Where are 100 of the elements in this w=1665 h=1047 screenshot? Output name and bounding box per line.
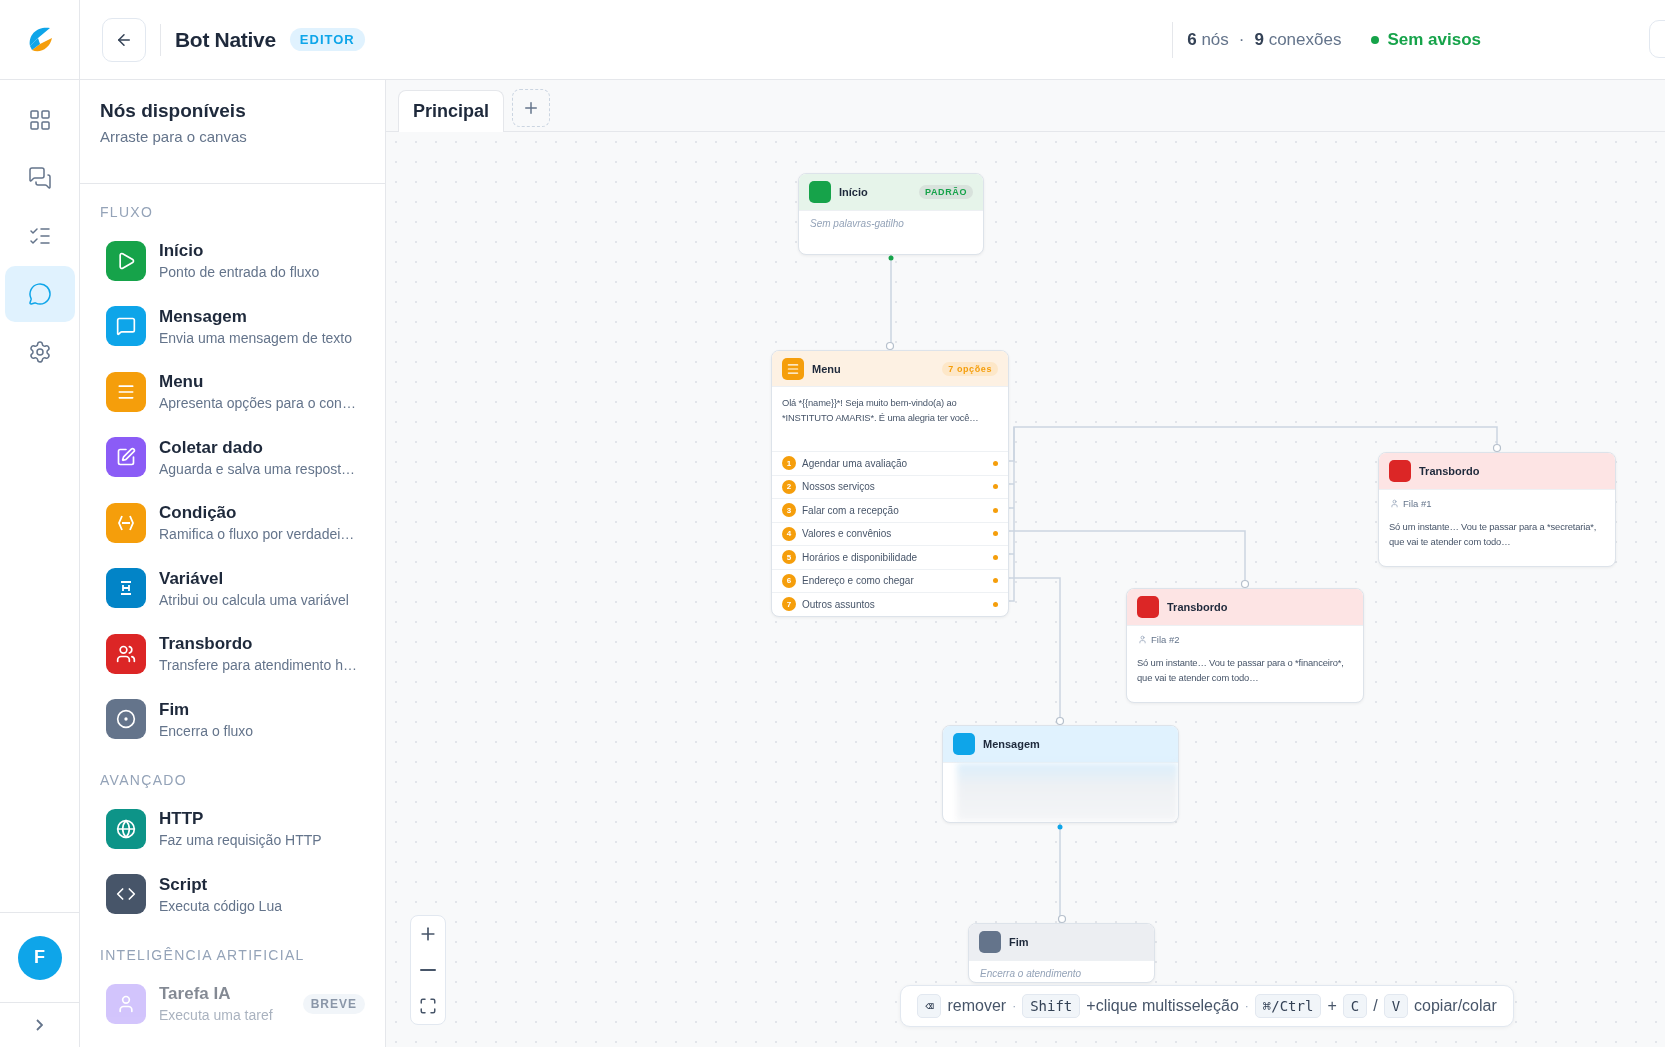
- separator-dot: ·: [1244, 999, 1249, 1013]
- connection-handle[interactable]: [993, 578, 998, 584]
- input-handle[interactable]: [1492, 443, 1502, 453]
- play-icon: [116, 250, 136, 271]
- connection-handle[interactable]: [993, 531, 998, 537]
- item-description: Atribui ou calcula uma variável: [159, 591, 350, 608]
- panel-subtitle: Arraste para o canvas: [100, 128, 248, 145]
- input-handle[interactable]: [1055, 716, 1065, 726]
- mode-badge: EDITOR: [289, 28, 365, 51]
- keyboard-key: V: [1383, 994, 1409, 1018]
- stop-icon: [116, 709, 136, 730]
- connection-handle[interactable]: [993, 484, 998, 490]
- node-palette-item[interactable]: Início Ponto de entrada do fluxo: [80, 228, 385, 294]
- item-name: Variável: [159, 568, 225, 589]
- bot-title: Bot Native: [175, 27, 276, 52]
- node-badge: 7 opções: [942, 361, 998, 376]
- option-number: 5: [782, 550, 796, 565]
- option-number: 2: [782, 479, 796, 494]
- menu-option[interactable]: 6 Endereço e como chegar: [772, 568, 1008, 592]
- end-node[interactable]: Fim Encerra o atendimento: [968, 923, 1155, 983]
- node-title: Fim: [1009, 936, 1030, 948]
- option-number: 3: [782, 503, 796, 518]
- connection-handle[interactable]: [993, 601, 998, 607]
- user-icon: [1390, 499, 1399, 508]
- menu-option[interactable]: 7 Outros assuntos: [772, 592, 1008, 616]
- separator-dot: ·: [1012, 999, 1017, 1013]
- item-description: Ponto de entrada do fluxo: [159, 264, 321, 281]
- start-node[interactable]: Início PADRÃO Sem palavras-gatilho: [798, 173, 984, 255]
- menu-option[interactable]: 3 Falar com a recepção: [772, 498, 1008, 522]
- node-palette-item[interactable]: Mensagem Envia uma mensagem de texto: [80, 293, 385, 359]
- option-label: Nossos serviços: [802, 481, 876, 493]
- back-button[interactable]: [102, 17, 146, 62]
- nav-button[interactable]: [4, 266, 75, 322]
- node-badge: PADRÃO: [919, 185, 973, 199]
- globe-icon: [116, 818, 136, 839]
- option-label: Horários e disponibilidade: [802, 551, 919, 563]
- item-name: Início: [159, 241, 205, 262]
- soon-badge: BREVE: [302, 993, 365, 1014]
- node-palette-item[interactable]: Transbordo Transfere para atendimento h…: [80, 621, 385, 687]
- hint-text: remover: [947, 997, 1007, 1015]
- option-label: Valores e convênios: [802, 528, 893, 540]
- fullscreen-icon: [419, 997, 437, 1015]
- add-tab-button[interactable]: [512, 89, 551, 127]
- node-palette-item[interactable]: Variável Atribui ou calcula uma variável: [80, 555, 385, 621]
- input-handle[interactable]: [1057, 914, 1067, 924]
- menu-option[interactable]: 2 Nossos serviços: [772, 474, 1008, 498]
- hint-text: +: [1327, 997, 1337, 1015]
- node-palette-item[interactable]: Condição Ramifica o fluxo por verdadei…: [80, 490, 385, 556]
- node-palette-item[interactable]: Fim Encerra o fluxo: [80, 686, 385, 752]
- node-color-square: [1137, 596, 1159, 618]
- output-handle[interactable]: [888, 255, 894, 261]
- stat-text: 6 nós: [1187, 29, 1229, 50]
- node-palette-item[interactable]: Coletar dado Aguarda e salva uma respost…: [80, 424, 385, 490]
- menu-option[interactable]: 4 Valores e convênios: [772, 521, 1008, 545]
- menu-option[interactable]: 1 Agendar uma avaliação: [772, 451, 1008, 475]
- node-palette-item[interactable]: HTTP Faz uma requisição HTTP: [80, 796, 385, 862]
- option-label: Outros assuntos: [802, 598, 876, 610]
- item-description: Faz uma requisição HTTP: [159, 832, 323, 849]
- flow-tab[interactable]: Principal: [398, 90, 505, 132]
- keyboard-key: C: [1342, 994, 1368, 1018]
- node-palette-item[interactable]: Script Executa código Lua: [80, 861, 385, 927]
- item-description: Envia uma mensagem de texto: [159, 329, 353, 346]
- section-title: FLUXO: [99, 203, 155, 222]
- menu-node[interactable]: [771, 350, 1009, 617]
- node-color-square: [1389, 460, 1411, 482]
- node-title: Mensagem: [983, 738, 1041, 750]
- user-icon: [116, 993, 136, 1014]
- node-color-square: [809, 181, 831, 203]
- keyboard-key: ⌫: [917, 994, 942, 1018]
- output-handle[interactable]: [1057, 824, 1063, 830]
- edit-icon: [116, 447, 136, 468]
- item-name: HTTP: [159, 809, 205, 830]
- item-name: Transbordo: [159, 634, 254, 655]
- branch-icon: [118, 514, 134, 531]
- message-node[interactable]: Mensagem: [942, 725, 1179, 823]
- item-description: Encerra o fluxo: [159, 722, 255, 739]
- chat-icon: [27, 166, 52, 190]
- input-handle[interactable]: [885, 341, 895, 351]
- node-palette-item[interactable]: Menu Apresenta opções para o con…: [80, 359, 385, 425]
- node-color-square: [953, 733, 975, 755]
- panel-title: Nós disponíveis: [100, 100, 247, 122]
- item-description: Executa uma taref: [159, 1007, 274, 1024]
- item-description: Ramifica o fluxo por verdadei…: [159, 526, 356, 543]
- node-title: Transbordo: [1167, 601, 1229, 613]
- input-handle[interactable]: [1240, 579, 1250, 589]
- node-title: Transbordo: [1419, 465, 1481, 477]
- menu-option[interactable]: 5 Horários e disponibilidade: [772, 545, 1008, 569]
- connection-handle[interactable]: [993, 507, 998, 513]
- chevron-icon: [36, 1019, 43, 1031]
- handoff-node[interactable]: Transbordo Fila #1 Só um instante… Vou te passar para a *secretaria*, que vai te atender com todo…: [1378, 452, 1616, 567]
- separator-dot: ·: [1238, 29, 1245, 50]
- node-color-square: [979, 931, 1001, 953]
- node-title: Início: [839, 186, 869, 198]
- connection-handle[interactable]: [993, 554, 998, 560]
- item-description: Aguarda e salva uma respost…: [159, 460, 357, 477]
- section-title: INTELIGÊNCIA ARTIFICIAL: [99, 946, 306, 965]
- connection-handle[interactable]: [993, 460, 998, 466]
- handoff-node[interactable]: Transbordo Fila #2 Só um instante… Vou te passar para o *financeiro*, que vai te atender com todo…: [1126, 588, 1364, 703]
- option-number: 4: [782, 526, 796, 541]
- option-number: 7: [782, 597, 796, 612]
